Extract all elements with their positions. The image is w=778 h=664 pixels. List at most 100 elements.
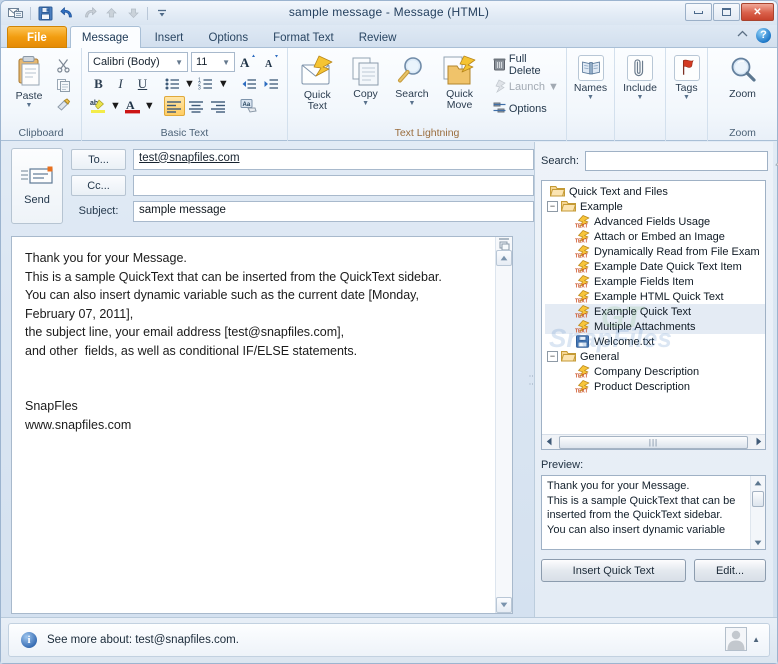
tab-file[interactable]: File — [7, 26, 67, 48]
to-input[interactable]: test@snapfiles.com — [133, 148, 534, 170]
scroll-up-button[interactable] — [496, 250, 512, 266]
quicktext-tree[interactable]: Quick Text and Files − Example TEXT Advanced… — [541, 180, 766, 450]
tree-item[interactable]: TEXT Multiple Attachments — [545, 319, 765, 335]
font-name-combo[interactable]: Calibri (Body) ▼ — [88, 52, 188, 72]
preview-scroll-down-button[interactable] — [751, 536, 765, 549]
font-name-caret[interactable]: ▼ — [173, 58, 185, 67]
hscroll-right-arrow[interactable] — [751, 437, 765, 448]
copy-button[interactable]: Copy ▼ — [343, 53, 389, 107]
decrease-indent-icon[interactable] — [239, 74, 260, 94]
tags-button[interactable]: Tags ▼ — [664, 53, 710, 101]
cc-input[interactable] — [133, 174, 534, 196]
text-highlight-icon[interactable]: ab — [88, 96, 109, 116]
eraser-icon[interactable] — [774, 153, 778, 169]
italic-icon[interactable]: I — [110, 74, 131, 94]
hscroll-thumb[interactable]: ||| — [559, 435, 748, 449]
font-color-caret[interactable]: ▼ — [144, 100, 155, 112]
tree-item[interactable]: TEXT Product Description — [545, 379, 765, 395]
collapse-contact-caret[interactable]: ▲ — [752, 635, 760, 644]
numbering-caret[interactable]: ▼ — [218, 78, 229, 90]
tree-toggle-icon[interactable]: − — [547, 351, 558, 362]
tree-item[interactable]: Quick Text and Files — [545, 184, 765, 199]
scroll-down-button[interactable] — [496, 597, 512, 613]
tab-message[interactable]: Message — [69, 26, 141, 49]
tree-item[interactable]: TEXT Advanced Fields Usage — [545, 214, 765, 230]
underline-icon[interactable]: U — [132, 74, 153, 94]
font-size-caret[interactable]: ▼ — [220, 58, 232, 67]
quick-text-button[interactable]: Quick Text — [292, 53, 343, 112]
tab-insert[interactable]: Insert — [144, 27, 195, 49]
tree-item[interactable]: TEXT Example HTML Quick Text — [545, 289, 765, 305]
contact-photo-icon[interactable] — [725, 627, 748, 651]
numbering-icon[interactable]: 1 2 3 — [196, 74, 217, 94]
tree-item[interactable]: Welcome.txt — [545, 334, 765, 349]
tree-item[interactable]: TEXT Dynamically Read from File Exam — [545, 244, 765, 260]
search-dropdown-caret[interactable]: ▼ — [408, 100, 415, 107]
full-delete-button[interactable]: Full Delete — [490, 53, 562, 77]
tags-dropdown-caret[interactable]: ▼ — [683, 94, 690, 101]
cut-icon[interactable] — [53, 55, 74, 75]
search-label: Search: — [541, 155, 579, 167]
insert-quick-text-button[interactable]: Insert Quick Text — [541, 559, 686, 582]
options-button[interactable]: Options — [490, 99, 562, 119]
svg-text:A: A — [126, 98, 135, 112]
quick-move-button[interactable]: Quick Move — [435, 53, 484, 111]
bullets-caret[interactable]: ▼ — [184, 78, 195, 90]
tab-review[interactable]: Review — [348, 27, 408, 49]
align-left-icon[interactable] — [163, 96, 185, 116]
paste-dropdown-caret[interactable]: ▼ — [26, 102, 33, 109]
preview-scroll-thumb[interactable] — [752, 491, 764, 507]
minimize-button[interactable] — [685, 3, 712, 21]
tree-item[interactable]: − General — [545, 349, 765, 364]
names-button[interactable]: Names ▼ — [568, 53, 614, 101]
edit-button[interactable]: Edit... — [694, 559, 766, 582]
tree-item[interactable]: TEXT Company Description — [545, 364, 765, 380]
to-button[interactable]: To... — [71, 148, 126, 170]
split-bar-icon[interactable] — [496, 237, 512, 250]
close-button[interactable]: ✕ — [741, 3, 774, 21]
align-right-icon[interactable] — [208, 96, 229, 116]
names-dropdown-caret[interactable]: ▼ — [587, 94, 594, 101]
format-painter-icon[interactable] — [53, 95, 74, 115]
include-button[interactable]: Include ▼ — [617, 53, 663, 101]
zoom-button[interactable]: Zoom — [720, 53, 766, 100]
clear-formatting-icon[interactable]: Aa — [239, 96, 260, 116]
bullets-icon[interactable] — [162, 74, 183, 94]
tree-item-label: Quick Text and Files — [569, 185, 668, 198]
tab-format-text[interactable]: Format Text — [262, 27, 345, 49]
bold-icon[interactable]: B — [88, 74, 109, 94]
subject-input[interactable]: sample message — [133, 200, 534, 222]
copy-icon[interactable] — [53, 75, 74, 95]
search-button[interactable]: Search ▼ — [389, 53, 436, 107]
preview-scroll-up-button[interactable] — [751, 476, 765, 489]
help-icon[interactable]: ? — [756, 28, 771, 43]
shrink-font-icon[interactable]: A — [262, 52, 283, 72]
cc-button[interactable]: Cc... — [71, 174, 126, 196]
tree-horizontal-scrollbar[interactable]: ||| — [542, 434, 765, 449]
paste-button[interactable]: Paste ▼ — [5, 53, 53, 109]
message-body-text[interactable]: Thank you for your Message. This is a sa… — [12, 237, 495, 613]
hscroll-track[interactable]: ||| — [556, 435, 751, 449]
grow-font-icon[interactable]: A — [238, 52, 259, 72]
collapse-ribbon-icon[interactable] — [736, 29, 749, 42]
preview-scrollbar[interactable] — [750, 476, 765, 549]
tree-item[interactable]: TEXT Attach or Embed an Image — [545, 229, 765, 245]
send-button[interactable]: Send — [11, 148, 63, 224]
hscroll-left-arrow[interactable] — [542, 437, 556, 448]
highlight-caret[interactable]: ▼ — [110, 100, 121, 112]
tree-item[interactable]: TEXT Example Date Quick Text Item — [545, 259, 765, 275]
font-size-combo[interactable]: 11 ▼ — [191, 52, 235, 72]
tree-item[interactable]: TEXT Example Fields Item — [545, 274, 765, 290]
tree-item[interactable]: TEXT Example Quick Text — [545, 304, 765, 320]
message-body-scrollbar[interactable] — [495, 237, 512, 613]
font-color-icon[interactable]: A — [122, 96, 143, 116]
align-center-icon[interactable] — [186, 96, 207, 116]
tree-toggle-icon[interactable]: − — [547, 201, 558, 212]
include-dropdown-caret[interactable]: ▼ — [637, 94, 644, 101]
maximize-button[interactable] — [713, 3, 740, 21]
tree-item[interactable]: − Example — [545, 199, 765, 214]
copy-dropdown-caret[interactable]: ▼ — [362, 100, 369, 107]
tab-options[interactable]: Options — [197, 27, 259, 49]
increase-indent-icon[interactable] — [261, 74, 282, 94]
search-input[interactable] — [584, 151, 768, 171]
